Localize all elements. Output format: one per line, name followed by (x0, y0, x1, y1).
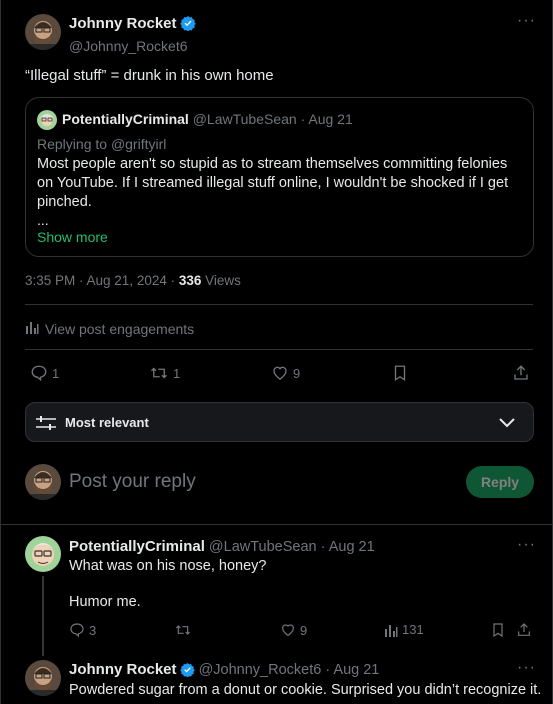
view-engagements-link[interactable]: View post engagements (25, 320, 194, 337)
section-divider (1, 524, 552, 525)
bookmark-icon (490, 622, 506, 638)
post-timestamp: 3:35 PM · Aug 21, 2024 · 336 Views (25, 273, 241, 288)
reply-author-name[interactable]: PotentiallyCriminal (69, 538, 205, 555)
repost-button[interactable]: 1 (149, 364, 180, 382)
reply-text-line-2: Humor me. (69, 594, 141, 610)
timestamp-text[interactable]: 3:35 PM · Aug 21, 2024 · (25, 273, 179, 288)
sort-dropdown[interactable]: Most relevant (25, 402, 534, 442)
engagements-label: View post engagements (45, 320, 195, 337)
reply-count: 3 (89, 622, 97, 638)
avatar-johnny-rocket[interactable] (25, 14, 61, 50)
views-button[interactable]: 131 (384, 622, 424, 637)
chevron-down-icon (499, 416, 515, 434)
views-label: Views (201, 273, 241, 288)
divider (25, 304, 533, 305)
divider (25, 349, 533, 350)
thread-line (42, 576, 44, 656)
quoted-post-card[interactable]: PotentiallyCriminal @LawTubeSean · Aug 2… (25, 97, 534, 257)
heart-icon (271, 364, 289, 382)
reply-text-line-1: What was on his nose, honey? (69, 558, 267, 574)
replying-to-handle[interactable]: @griftyirl (111, 136, 166, 152)
analytics-icon (25, 320, 39, 337)
author-name[interactable]: Johnny Rocket (69, 15, 177, 32)
quote-text: Most people aren't so stupid as to strea… (37, 156, 509, 210)
reply-count: 1 (52, 365, 60, 381)
like-button[interactable]: 9 (280, 622, 307, 638)
like-count: 9 (293, 365, 301, 381)
share-button[interactable] (516, 622, 532, 638)
reply-date[interactable]: Aug 21 (329, 539, 375, 555)
reply-header: Johnny Rocket @Johnny_Rocket6 · Aug 21 (69, 661, 379, 681)
heart-icon (280, 622, 296, 638)
replying-to: Replying to @griftyirl (37, 136, 166, 152)
bookmark-button[interactable] (391, 364, 409, 382)
verified-badge-icon (179, 662, 195, 681)
share-icon (512, 364, 530, 382)
bookmark-icon (391, 364, 409, 382)
reply-date[interactable]: Aug 21 (333, 662, 379, 678)
sliders-icon (36, 414, 56, 437)
sort-label: Most relevant (65, 415, 149, 430)
reply-text: Powdered sugar from a donut or cookie. S… (69, 682, 542, 698)
like-count: 9 (300, 622, 308, 638)
author-handle[interactable]: @Johnny_Rocket6 (69, 38, 196, 54)
reply-author-handle[interactable]: @LawTubeSean (209, 539, 317, 555)
quote-author-name: PotentiallyCriminal (62, 111, 189, 127)
avatar-potentially-criminal (37, 110, 57, 130)
quote-header: PotentiallyCriminal @LawTubeSean · Aug 2… (62, 111, 353, 127)
main-post-header: Johnny Rocket @Johnny_Rocket6 (69, 15, 196, 54)
more-options-icon[interactable]: ··· (517, 12, 536, 30)
reply-input[interactable]: Post your reply (69, 471, 196, 493)
share-button[interactable] (512, 364, 530, 382)
quote-author-handle: @LawTubeSean (192, 111, 297, 127)
reply-button-label: Reply (480, 474, 520, 490)
reply-author-name[interactable]: Johnny Rocket (69, 661, 177, 678)
quote-ellipsis: ... (37, 212, 49, 228)
reply-header: PotentiallyCriminal @LawTubeSean · Aug 2… (69, 538, 375, 555)
repost-icon (149, 364, 169, 382)
quote-date: Aug 21 (308, 111, 353, 127)
repost-count: 1 (173, 365, 181, 381)
avatar-potentially-criminal[interactable] (25, 536, 61, 572)
more-options-icon[interactable]: ··· (517, 659, 536, 677)
repost-button[interactable] (174, 622, 196, 638)
post-text: “Illegal stuff” = drunk in his own home (25, 67, 274, 84)
views-count: 336 (178, 273, 202, 288)
reply-icon (30, 364, 48, 382)
more-options-icon[interactable]: ··· (517, 536, 536, 554)
repost-icon (174, 622, 192, 638)
bookmark-button[interactable] (490, 622, 506, 638)
replying-to-prefix: Replying to (37, 136, 111, 152)
verified-badge-icon (179, 15, 196, 36)
reply-submit-button[interactable]: Reply (466, 466, 534, 498)
avatar-johnny-rocket[interactable] (25, 660, 61, 696)
analytics-icon (384, 623, 398, 637)
reply-button[interactable]: 3 (69, 622, 96, 638)
show-more-link[interactable]: Show more (37, 229, 108, 245)
composer-avatar (25, 464, 61, 500)
share-icon (516, 622, 532, 638)
views-count: 131 (402, 622, 424, 637)
reply-icon (69, 622, 85, 638)
reply-author-handle[interactable]: @Johnny_Rocket6 (199, 662, 322, 678)
reply-button[interactable]: 1 (30, 364, 59, 382)
like-button[interactable]: 9 (271, 364, 300, 382)
